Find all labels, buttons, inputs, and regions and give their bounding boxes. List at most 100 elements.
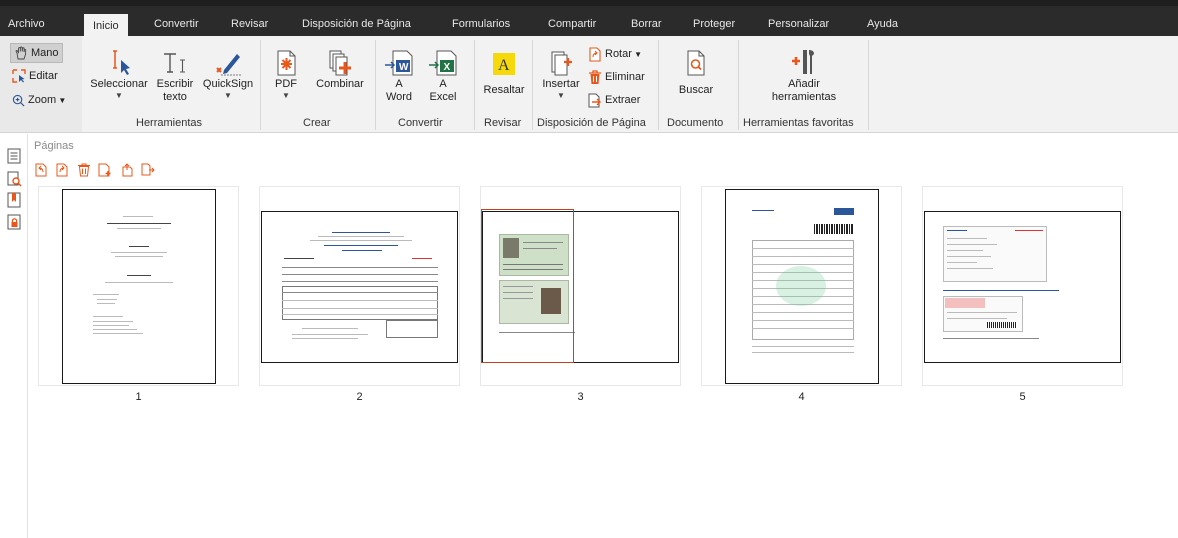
svg-text:X: X — [444, 62, 451, 73]
extraer-button[interactable]: Extraer — [588, 92, 640, 108]
insertar-caret: ▼ — [557, 91, 565, 100]
a-excel-label-1: A — [439, 78, 447, 90]
search-doc-icon — [687, 50, 705, 76]
title-strip — [0, 0, 1178, 6]
mano-button[interactable]: Mano — [10, 43, 63, 63]
group-revisar-label: Revisar — [484, 117, 522, 129]
zoom-dropdown[interactable]: Zoom ▼ — [12, 92, 66, 109]
group-crear-label: Crear — [303, 117, 331, 129]
tab-compartir[interactable]: Compartir — [548, 12, 596, 36]
tab-personalizar[interactable]: Personalizar — [768, 12, 829, 36]
tab-revisar[interactable]: Revisar — [231, 12, 268, 36]
bookmark-panel-icon[interactable] — [6, 192, 22, 208]
page-4-preview — [725, 189, 879, 384]
group-separator — [658, 40, 659, 130]
tab-ayuda[interactable]: Ayuda — [867, 12, 898, 36]
a-word-label-2: Word — [385, 91, 413, 103]
quicksign-pen-icon — [216, 54, 241, 76]
a-word-label-1: A — [395, 78, 403, 90]
a-excel-label-2: Excel — [429, 91, 457, 103]
page-3-preview — [482, 211, 679, 363]
rotate-right-icon[interactable] — [55, 163, 69, 177]
extract-page-small-icon[interactable] — [120, 163, 134, 177]
tab-formularios[interactable]: Formularios — [452, 12, 510, 36]
eliminar-button[interactable]: Eliminar — [588, 69, 645, 85]
menu-tab-bar: Archivo Inicio Convertir Revisar Disposi… — [0, 0, 1178, 36]
seleccionar-caret: ▼ — [115, 91, 123, 100]
quicksign-button[interactable]: QuickSign ▼ — [200, 48, 256, 100]
combinar-label: Combinar — [316, 78, 364, 90]
search-panel-icon[interactable] — [6, 171, 22, 187]
group-documento-label: Documento — [667, 117, 724, 129]
select-cursor-icon — [113, 50, 130, 75]
hand-icon — [15, 46, 27, 60]
group-separator — [532, 40, 533, 130]
group-disposicion-label: Disposición de Página — [537, 117, 646, 129]
ribbon: Mano Editar Zoom ▼ Seleccionar ▼ Escribi… — [0, 36, 1178, 133]
anadir-label-2: herramientas — [771, 91, 837, 103]
type-text-icon — [164, 53, 185, 73]
delete-icon — [589, 69, 601, 84]
pdf-button[interactable]: PDF ▼ — [270, 48, 302, 100]
highlight-icon: A — [493, 53, 515, 75]
pdf-label: PDF — [275, 78, 297, 90]
insertar-button[interactable]: Insertar ▼ — [538, 48, 584, 100]
page-thumbnail-5[interactable] — [922, 186, 1123, 386]
page-5-preview — [924, 211, 1121, 363]
pages-panel-title: Páginas — [34, 140, 74, 152]
buscar-label: Buscar — [678, 84, 714, 96]
editar-button[interactable]: Editar — [12, 68, 58, 84]
buscar-button[interactable]: Buscar — [668, 48, 724, 97]
group-favoritas-label: Herramientas favoritas — [743, 117, 854, 129]
resaltar-button[interactable]: A Resaltar — [480, 48, 528, 97]
svg-text:W: W — [399, 62, 409, 73]
group-separator — [260, 40, 261, 130]
security-panel-icon[interactable] — [6, 214, 22, 230]
to-word-icon: W — [385, 50, 413, 76]
rotar-dropdown[interactable]: Rotar ▼ — [588, 46, 642, 63]
to-excel-icon: X — [429, 50, 457, 76]
tab-convertir[interactable]: Convertir — [154, 12, 199, 36]
extract-icon — [588, 93, 601, 108]
page-thumbnail-2[interactable] — [259, 186, 460, 386]
seleccionar-button[interactable]: Seleccionar ▼ — [89, 48, 149, 100]
page-thumbnail-1[interactable] — [38, 186, 239, 386]
escribir-texto-button[interactable]: Escribir texto — [152, 48, 198, 104]
insert-page-small-icon[interactable] — [98, 163, 112, 177]
page-thumbnail-4[interactable] — [701, 186, 902, 386]
group-separator — [868, 40, 869, 130]
tab-inicio[interactable]: Inicio — [84, 12, 128, 36]
edit-icon — [12, 69, 26, 83]
quicksign-label: QuickSign — [202, 78, 254, 90]
resaltar-label: Resaltar — [483, 84, 525, 96]
page-thumbnail-3[interactable] — [480, 186, 681, 386]
rotate-left-icon[interactable] — [34, 163, 48, 177]
rotar-label: Rotar — [605, 48, 632, 60]
group-separator — [474, 40, 475, 130]
group-separator — [375, 40, 376, 130]
mano-label: Mano — [31, 47, 59, 59]
pdf-caret: ▼ — [282, 91, 290, 100]
page-number-1: 1 — [135, 391, 142, 403]
replace-page-small-icon[interactable] — [141, 163, 155, 177]
delete-page-icon[interactable] — [77, 163, 91, 177]
tab-disposicion[interactable]: Disposición de Página — [302, 12, 411, 36]
insertar-label: Insertar — [542, 78, 580, 90]
a-excel-button[interactable]: X A Excel — [426, 48, 460, 104]
eliminar-label: Eliminar — [605, 71, 645, 83]
group-convertir-label: Convertir — [398, 117, 443, 129]
page-number-4: 4 — [798, 391, 805, 403]
page-number-2: 2 — [356, 391, 363, 403]
pages-panel-icon[interactable] — [6, 148, 22, 164]
svg-text:A: A — [498, 57, 510, 74]
page-number-5: 5 — [1019, 391, 1026, 403]
tab-archivo[interactable]: Archivo — [8, 12, 45, 36]
anadir-herramientas-button[interactable]: Añadir herramientas — [760, 46, 848, 104]
a-word-button[interactable]: W A Word — [382, 48, 416, 104]
zoom-label: Zoom — [28, 94, 57, 106]
tab-borrar[interactable]: Borrar — [631, 12, 662, 36]
page-number-3: 3 — [577, 391, 584, 403]
tab-proteger[interactable]: Proteger — [693, 12, 735, 36]
zoom-icon — [12, 94, 25, 107]
combinar-button[interactable]: Combinar — [310, 48, 370, 91]
